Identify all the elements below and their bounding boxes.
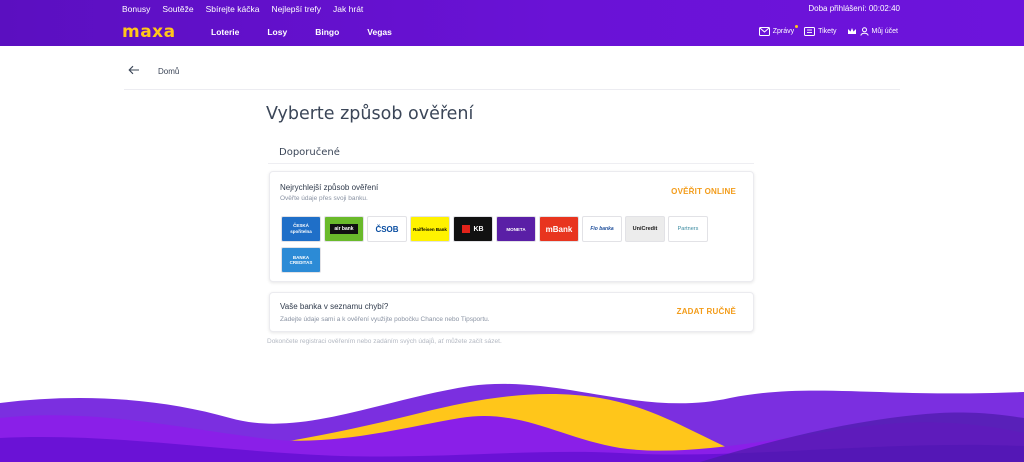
nav-losy[interactable]: Losy xyxy=(267,27,287,37)
logo[interactable]: maxa xyxy=(122,22,176,42)
top-link-bonusy[interactable]: Bonusy xyxy=(122,4,150,14)
page-title: Vyberte způsob ověření xyxy=(266,104,474,124)
crown-icon xyxy=(847,28,856,34)
verify-online-button[interactable]: OVĚŘIT ONLINE xyxy=(671,187,736,196)
bank-label: UniCredit xyxy=(632,226,658,232)
arrow-left-icon[interactable] xyxy=(128,65,140,75)
bank-label: ČSOB xyxy=(375,224,399,234)
kb-mark-icon xyxy=(462,225,471,233)
bank-air-bank[interactable]: air bank xyxy=(324,216,364,242)
breadcrumb-home[interactable]: Domů xyxy=(158,67,179,76)
envelope-icon xyxy=(758,27,770,36)
bank-label: air bank xyxy=(330,224,358,234)
bank-unicredit[interactable]: UniCredit xyxy=(625,216,665,242)
tickets-button[interactable]: Tikety xyxy=(804,27,837,36)
bank-label: mBank xyxy=(545,224,573,234)
online-card-subtitle: Ověřte údaje přes svoji banku. xyxy=(280,195,368,202)
top-link-sbirejte-kacka[interactable]: Sbírejte káčka xyxy=(206,4,260,14)
tickets-label: Tikety xyxy=(818,28,837,35)
top-link-souteze[interactable]: Soutěže xyxy=(162,4,193,14)
messages-badge-dot xyxy=(794,25,798,28)
main-nav: Loterie Losy Bingo Vegas xyxy=(211,27,392,37)
section-divider xyxy=(268,163,754,164)
nav-bingo[interactable]: Bingo xyxy=(315,27,339,37)
decorative-waves xyxy=(0,383,1024,462)
bank-csob[interactable]: ČSOB xyxy=(367,216,407,242)
manual-card-subtitle: Zadejte údaje sami a k ověření využijte … xyxy=(280,316,490,323)
account-label: Můj účet xyxy=(871,28,898,35)
nav-loterie[interactable]: Loterie xyxy=(211,27,239,37)
bank-fio[interactable]: Fio banka xyxy=(582,216,622,242)
nav-vegas[interactable]: Vegas xyxy=(367,27,392,37)
messages-button[interactable]: Zprávy xyxy=(758,25,798,36)
footnote: Dokončete registraci ověřením nebo zadán… xyxy=(267,338,502,345)
section-title: Doporučené xyxy=(279,147,340,158)
online-verification-card: Nejrychlejší způsob ověření Ověřte údaje… xyxy=(269,171,754,282)
online-card-title: Nejrychlejší způsob ověření xyxy=(280,183,379,192)
bank-kb[interactable]: KB xyxy=(453,216,493,242)
bank-creditas[interactable]: BANKA CREDITAS xyxy=(281,247,321,273)
bank-partners[interactable]: Partners xyxy=(668,216,708,242)
bank-raiffeisen[interactable]: Raiffeisen Bank xyxy=(410,216,450,242)
top-header: Bonusy Soutěže Sbírejte káčka Nejlepší t… xyxy=(0,0,1024,46)
bank-label: Fio banka xyxy=(590,226,614,232)
ticket-icon xyxy=(804,27,816,36)
manual-card-title: Vaše banka v seznamu chybí? xyxy=(280,302,389,311)
user-icon xyxy=(859,27,869,36)
user-nav: Zprávy Tikety Můj účet xyxy=(749,25,898,36)
bank-ceska-sporitelna[interactable]: ČESKÁ spořitelna xyxy=(281,216,321,242)
bank-mbank[interactable]: mBank xyxy=(539,216,579,242)
login-time: Doba přihlášení: 00:02:40 xyxy=(808,4,900,13)
account-button[interactable]: Můj účet xyxy=(847,27,898,36)
bank-label: ČESKÁ spořitelna xyxy=(290,223,312,234)
top-link-nejlepsi-trefy[interactable]: Nejlepší trefy xyxy=(271,4,321,14)
bank-label: BANKA CREDITAS xyxy=(289,255,313,265)
manual-entry-card: Vaše banka v seznamu chybí? Zadejte údaj… xyxy=(269,292,754,332)
messages-label: Zprávy xyxy=(772,28,795,35)
top-link-jak-hrat[interactable]: Jak hrát xyxy=(333,4,363,14)
bank-moneta[interactable]: MONETA xyxy=(496,216,536,242)
bank-label: KB xyxy=(473,225,484,233)
bank-label: Raiffeisen Bank xyxy=(413,226,447,232)
bank-label: MONETA xyxy=(506,226,526,232)
top-links: Bonusy Soutěže Sbírejte káčka Nejlepší t… xyxy=(122,4,363,14)
bank-label: Partners xyxy=(677,226,699,232)
breadcrumb: Domů xyxy=(124,62,900,90)
enter-manually-button[interactable]: ZADAT RUČNĚ xyxy=(677,307,736,316)
